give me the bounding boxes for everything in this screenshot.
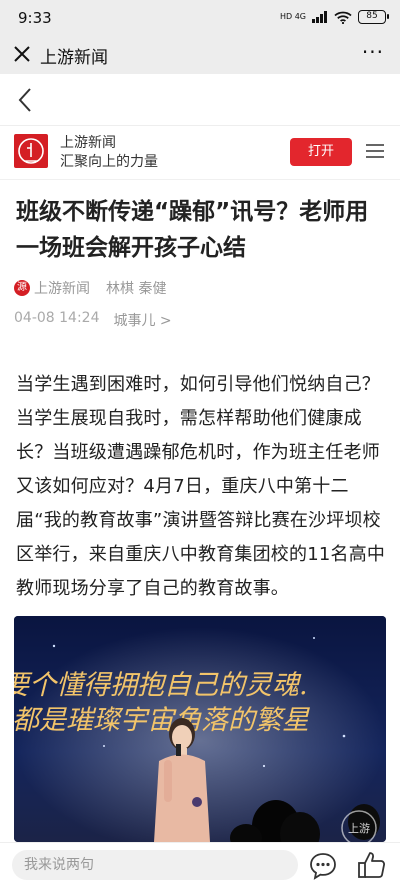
network-type: HD 4G bbox=[279, 12, 306, 21]
photo-watermark: 上游 bbox=[348, 822, 370, 835]
back-arrow-icon[interactable] bbox=[14, 86, 38, 114]
wifi-icon bbox=[334, 11, 352, 24]
hamburger-menu-icon[interactable] bbox=[366, 143, 384, 159]
app-promo-header: 上游新闻 汇聚向上的力量 打开 bbox=[0, 126, 400, 180]
bottom-action-bar: 我来说两句 bbox=[0, 842, 400, 888]
webview-title-bar: 上游新闻 ··· bbox=[0, 36, 400, 74]
status-bar: 9:33 HD 4G 85 bbox=[0, 0, 400, 36]
app-logo bbox=[14, 134, 48, 168]
comment-icon[interactable] bbox=[308, 851, 338, 881]
photo-banner-line2: 都是璀璨宇宙角落的繁星 bbox=[14, 705, 310, 736]
status-time: 9:33 bbox=[18, 9, 52, 27]
open-app-button[interactable]: 打开 bbox=[290, 138, 352, 166]
photo-banner-line1: 要个懂得拥抱自己的灵魂. bbox=[14, 670, 308, 701]
publish-date: 04-08 14:24 bbox=[14, 310, 100, 326]
article-date-line: 04-08 14:24 城事儿 > bbox=[14, 310, 172, 330]
signal-icon bbox=[312, 11, 327, 23]
status-icons: HD 4G 85 bbox=[279, 10, 389, 24]
article-photo: 要个懂得拥抱自己的灵魂. 都是璀璨宇宙角落的繁星 上游 bbox=[14, 616, 386, 842]
battery-icon: 85 bbox=[358, 10, 389, 24]
like-thumbs-up-icon[interactable] bbox=[356, 849, 388, 881]
article-source-line: 源 上游新闻 林棋 秦健 bbox=[14, 278, 166, 298]
app-slogan: 汇聚向上的力量 bbox=[60, 154, 158, 170]
app-name: 上游新闻 bbox=[60, 135, 116, 151]
webview-title: 上游新闻 bbox=[40, 48, 108, 68]
comment-input[interactable]: 我来说两句 bbox=[12, 850, 298, 880]
more-menu-icon[interactable]: ··· bbox=[362, 42, 384, 62]
close-icon[interactable] bbox=[10, 42, 34, 66]
article-paragraph: 当学生遇到困难时，如何引导他们悦纳自己？当学生展现自我时，需怎样帮助他们健康成长… bbox=[16, 374, 386, 599]
column-link[interactable]: 城事儿 > bbox=[113, 310, 171, 330]
source-icon: 源 bbox=[14, 280, 30, 296]
source-name: 上游新闻 bbox=[34, 281, 90, 297]
author-names: 林棋 秦健 bbox=[106, 281, 167, 297]
article-title: 班级不断传递“躁郁”讯号？老师用一场班会解开孩子心结 bbox=[16, 199, 369, 261]
logo-mark-icon bbox=[18, 138, 44, 164]
back-bar bbox=[0, 74, 400, 126]
stage-photo-graphic: 要个懂得拥抱自己的灵魂. 都是璀璨宇宙角落的繁星 上游 bbox=[14, 616, 386, 842]
